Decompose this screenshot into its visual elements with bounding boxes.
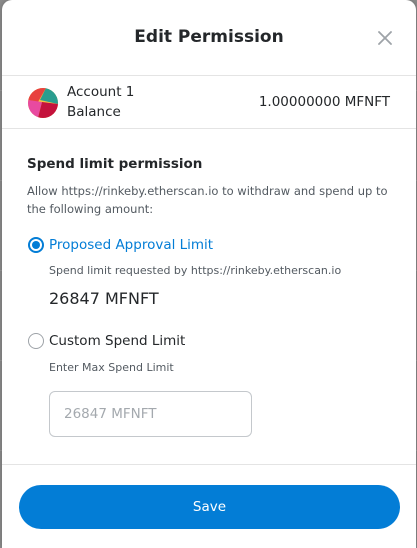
- proposed-limit-sublabel: Spend limit requested by https://rinkeby…: [49, 264, 342, 277]
- account-avatar: [28, 88, 58, 118]
- custom-limit-sublabel: Enter Max Spend Limit: [49, 361, 174, 374]
- spend-limit-section: Spend limit permission Allow https://rin…: [2, 129, 416, 464]
- custom-limit-input[interactable]: [49, 391, 252, 437]
- proposed-amount: 26847 MFNFT: [49, 289, 159, 308]
- save-button[interactable]: Save: [19, 485, 400, 529]
- close-icon[interactable]: [374, 27, 396, 49]
- dialog-header: Edit Permission: [2, 0, 416, 76]
- proposed-limit-radio[interactable]: [28, 237, 44, 253]
- custom-limit-radio[interactable]: [28, 333, 44, 349]
- dialog-footer: Save: [2, 464, 416, 548]
- custom-limit-label[interactable]: Custom Spend Limit: [49, 333, 185, 349]
- edit-permission-dialog: Edit Permission Account 1 Balance 1.0000…: [2, 0, 416, 548]
- account-name: Account 1: [67, 84, 135, 100]
- dialog-title: Edit Permission: [134, 27, 284, 47]
- balance-value: 1.00000000 MFNFT: [258, 94, 390, 110]
- balance-label: Balance: [67, 104, 121, 120]
- proposed-limit-label[interactable]: Proposed Approval Limit: [49, 237, 213, 253]
- section-description: Allow https://rinkeby.etherscan.io to wi…: [27, 184, 388, 216]
- section-title: Spend limit permission: [27, 156, 203, 172]
- account-row: Account 1 Balance 1.00000000 MFNFT: [2, 76, 416, 129]
